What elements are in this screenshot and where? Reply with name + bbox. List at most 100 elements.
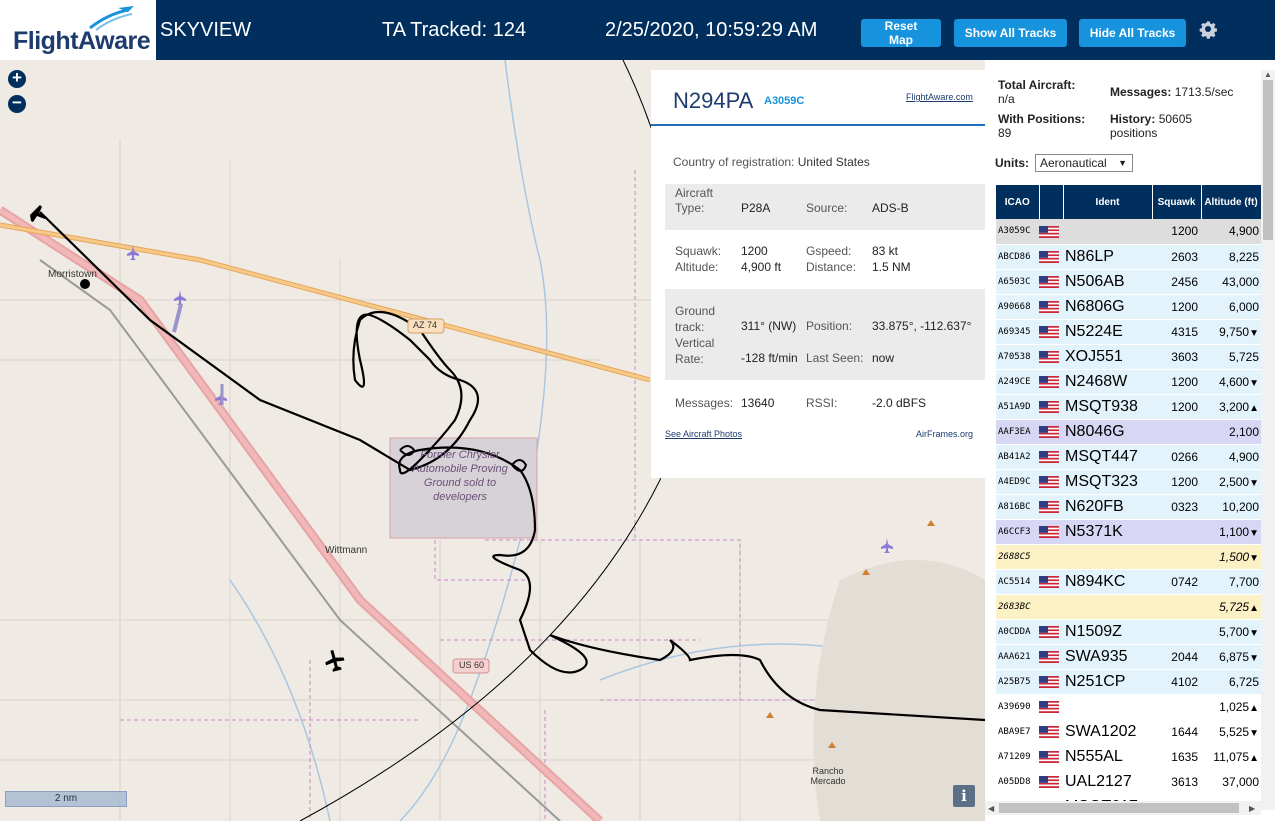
with-positions-stat: With Positions: 89 [998,112,1108,140]
cell-icao: AAA621 [996,644,1039,670]
table-row[interactable]: A71209 N555AL 1635 11,075▲ [996,744,1261,770]
show-all-tracks-button[interactable]: Show All Tracks [954,19,1067,47]
units-selected-value: Aeronautical [1040,156,1107,170]
cell-icao: AC5514 [996,569,1039,595]
airframes-link[interactable]: AirFrames.org [916,429,973,439]
last-seen-label: Last Seen: [806,351,864,365]
scroll-left-icon[interactable]: ◀ [988,804,994,813]
cell-ident [1063,219,1152,245]
column-header-icao[interactable]: ICAO [996,185,1040,219]
cell-flag [1039,694,1063,720]
hide-all-tracks-button[interactable]: Hide All Tracks [1079,19,1186,47]
column-header-ident[interactable]: Ident [1063,185,1153,219]
cell-flag [1039,219,1063,245]
units-label: Units: [995,156,1029,170]
cell-ident [1063,594,1152,620]
altitude-value: 4,600 [1219,374,1250,389]
table-row[interactable]: AAF3EA N8046G 2,100 [996,419,1261,445]
table-row[interactable]: A51A9D MSQT938 1200 3,200▲ [996,394,1261,420]
table-row[interactable]: A05DD8 UAL2127 3613 37,000 [996,769,1261,795]
horizontal-scroll-thumb[interactable] [999,803,1239,813]
us-flag-icon [1039,650,1059,664]
table-row[interactable]: A816BC N620FB 0323 10,200 [996,494,1261,520]
us-flag-icon [1039,350,1059,364]
cell-icao: A816BC [996,494,1039,520]
cell-ident: N555AL [1063,744,1152,770]
cell-flag [1039,394,1063,420]
vertical-scroll-thumb[interactable] [1263,80,1273,240]
table-row[interactable]: A25B75 N251CP 4102 6,725 [996,669,1261,695]
aircraft-type-section: Aircraft Type: P28A Source: ADS-B [665,184,985,230]
table-row[interactable]: A4E20A MSQT61703104,100 [996,794,1261,801]
messages-stat: Messages: 1713.5/sec [1110,85,1260,99]
vertical-rate-label: Vertical Rate: [675,336,715,366]
cell-flag [1039,494,1063,520]
table-row[interactable]: A249CE N2468W 1200 4,600▼ [996,369,1261,395]
altitude-label: Altitude: [675,260,719,274]
us-flag-icon [1039,400,1059,414]
table-row[interactable]: AC5514 N894KC 0742 7,700 [996,569,1261,595]
flightaware-link[interactable]: FlightAware.com [906,92,973,102]
table-row[interactable]: AAA621 SWA935 2044 6,875▼ [996,644,1261,670]
table-row[interactable]: A3059C 1200 4,900 [996,219,1261,245]
us-flag-icon [1039,575,1059,589]
reset-map-button[interactable]: Reset Map [861,19,941,47]
cell-flag [1039,344,1063,370]
aircraft-table-container[interactable]: ICAO Ident Squawk Altitude (ft) A3059C 12… [996,185,1261,801]
aircraft-list-panel: Total Aircraft: n/a Messages: 1713.5/sec… [985,60,1275,821]
table-row[interactable]: A90668 N6806G 1200 6,000 [996,294,1261,320]
vertical-rate-value: -128 ft/min [741,351,798,365]
map-info-button[interactable]: i [953,785,975,807]
units-dropdown[interactable]: Aeronautical ▼ [1035,154,1133,172]
cell-squawk: 1200 [1152,294,1201,320]
total-aircraft-value: n/a [998,92,1015,106]
aircraft-photos-link[interactable]: See Aircraft Photos [665,429,742,439]
scroll-right-icon[interactable]: ▶ [1249,804,1255,813]
table-row[interactable]: A6503C N506AB 2456 43,000 [996,269,1261,295]
altitude-value: 7,700 [1228,574,1259,589]
aircraft-type-label: Aircraft Type: [675,186,714,215]
cell-ident: N86LP [1063,244,1152,270]
table-row[interactable]: AB41A2 MSQT447 0266 4,900 [996,444,1261,470]
cell-icao: ABA9E7 [996,719,1039,745]
table-row[interactable]: A4ED9C MSQT323 1200 2,500▼ [996,469,1261,495]
distance-value: 1.5 NM [872,260,911,274]
table-row[interactable]: 2683BC 5,725▲ [996,594,1261,620]
table-row[interactable]: A70538 XOJ551 3603 5,725 [996,344,1261,370]
us-flag-icon [1039,625,1059,639]
zoom-out-button[interactable]: − [8,94,26,113]
altitude-value: 5,725 [1219,599,1250,614]
gear-icon[interactable] [1196,17,1220,41]
column-header-squawk[interactable]: Squawk [1152,185,1202,219]
cell-flag [1039,619,1063,645]
cell-altitude: 2,500▼ [1201,469,1261,495]
us-flag-icon [1039,250,1059,264]
column-header-flag[interactable] [1039,185,1064,219]
table-row[interactable]: ABCD86 N86LP 2603 8,225 [996,244,1261,270]
table-row[interactable]: A0CDDA N1509Z 5,700▼ [996,619,1261,645]
cell-altitude: 1,500▼ [1201,544,1261,570]
table-row[interactable]: A69345 N5224E 4315 9,750▼ [996,319,1261,345]
aircraft-type-value: P28A [741,201,771,215]
cell-altitude: 5,700▼ [1201,619,1261,645]
messages-value: 13640 [741,396,775,410]
altitude-value: 5,725 [1228,349,1259,364]
squawk-label: Squawk: [675,244,722,258]
zoom-in-button[interactable]: + [8,69,26,88]
cell-ident [1063,694,1152,720]
table-row[interactable]: A6CCF3 N5371K 1,100▼ [996,519,1261,545]
flightaware-logo[interactable]: FlightAware [0,0,156,60]
vertical-scrollbar[interactable]: ▲ [1261,70,1275,810]
aircraft-hex-code[interactable]: A3059C [764,95,804,107]
cell-squawk: 2044 [1152,644,1201,670]
column-header-altitude[interactable]: Altitude (ft) [1201,185,1261,219]
horizontal-scrollbar[interactable]: ◀ ▶ [985,801,1261,815]
table-row[interactable]: 2688C5 1,500▼ [996,544,1261,570]
scroll-up-icon[interactable]: ▲ [1264,70,1272,79]
us-flag-icon [1039,675,1059,689]
table-row[interactable]: A39690 1,025▲ [996,694,1261,720]
table-row[interactable]: ABA9E7 SWA1202 1644 5,525▼ [996,719,1261,745]
descending-arrow-icon: ▼ [1249,627,1259,639]
cell-squawk: 2603 [1152,244,1201,270]
us-flag-icon [1039,300,1059,314]
